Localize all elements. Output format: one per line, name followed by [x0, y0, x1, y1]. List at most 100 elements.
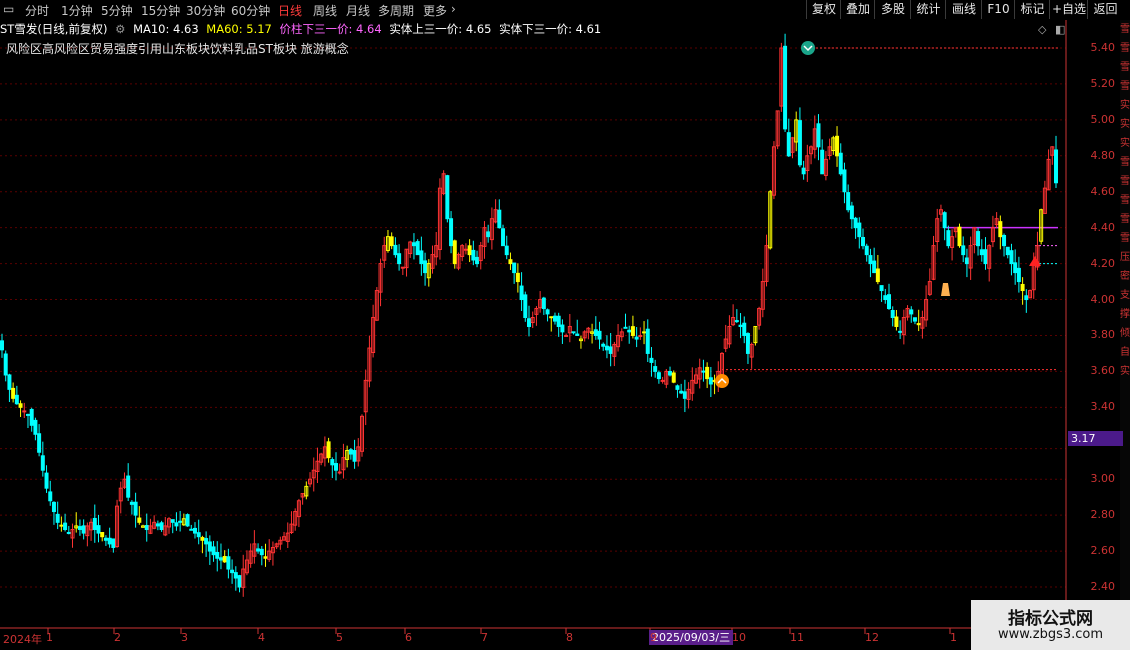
- candle-body: [133, 501, 138, 516]
- candle-body: [497, 209, 502, 229]
- candle-body: [630, 326, 635, 336]
- watermark-title: 指标公式网: [1008, 609, 1093, 629]
- candle-body: [1024, 295, 1029, 301]
- candle-body: [237, 575, 242, 588]
- candle-body: [423, 260, 428, 274]
- current-price-marker: 3.17: [1068, 431, 1123, 446]
- side-glyph: 雪: [1120, 157, 1130, 168]
- timeframe-7[interactable]: 周线: [313, 2, 337, 19]
- candle-body: [556, 315, 561, 327]
- y-tick-label: 4.40: [1090, 220, 1116, 234]
- candle-body: [178, 520, 183, 523]
- side-glyph: 实: [1120, 100, 1130, 111]
- candle-body: [467, 245, 472, 256]
- candle-body: [452, 240, 457, 265]
- toolbar-button-5[interactable]: F10: [981, 0, 1015, 19]
- candle-body: [33, 419, 38, 435]
- right-side-column: 雪雪雪雪实实实雪雪雪雪雪压密支撑倾自实: [1120, 20, 1130, 620]
- candle-body: [3, 353, 8, 376]
- candlestick-chart[interactable]: [0, 0, 1130, 650]
- candle-body: [734, 320, 739, 323]
- candle-body: [820, 149, 825, 175]
- bottom-marker: [715, 374, 729, 388]
- side-glyph: 撑: [1120, 309, 1130, 320]
- candle-body: [638, 334, 643, 337]
- candle-body: [961, 245, 966, 256]
- candle-body: [196, 532, 201, 538]
- candle-body: [1005, 246, 1010, 256]
- timeframe-10[interactable]: 更多: [423, 2, 447, 19]
- candle-body: [14, 394, 19, 405]
- stock-title[interactable]: ST雪发(日线,前复权): [0, 22, 107, 36]
- timeframe-5[interactable]: 60分钟: [231, 2, 270, 19]
- timeframe-2[interactable]: 5分钟: [101, 2, 133, 19]
- candle-body: [1013, 262, 1018, 274]
- y-tick-label: 4.60: [1090, 184, 1116, 198]
- toolbar-button-3[interactable]: 统计: [910, 0, 946, 19]
- candle-body: [486, 231, 491, 238]
- x-tick-label: 11: [790, 631, 804, 644]
- diamond-icon[interactable]: ◇: [1038, 23, 1046, 36]
- candle-body: [745, 333, 750, 354]
- timeframe-0[interactable]: 分时: [25, 2, 49, 19]
- y-tick-label: 3.80: [1090, 328, 1116, 342]
- candle-body: [786, 132, 791, 157]
- x-tick-label: 2: [114, 631, 121, 644]
- candle-body: [816, 123, 821, 148]
- candle-body: [541, 297, 546, 310]
- candle-body: [126, 475, 131, 498]
- y-tick-label: 2.60: [1090, 544, 1116, 558]
- candle-body: [660, 379, 665, 382]
- candle-body: [222, 555, 227, 563]
- candle-body: [189, 528, 194, 531]
- toolbar-button-8[interactable]: 返回: [1087, 0, 1123, 19]
- timeframe-4[interactable]: 30分钟: [186, 2, 225, 19]
- side-glyph: 雪: [1120, 24, 1130, 35]
- timeframe-6[interactable]: 日线: [278, 2, 302, 19]
- indicator-info-line: ST雪发(日线,前复权) ⚙ MA10: 4.63 MA60: 5.17 价柱下…: [0, 21, 605, 37]
- panel-toggle-icon[interactable]: ◧: [1055, 23, 1065, 36]
- chevron-right-icon[interactable]: ›: [451, 2, 456, 16]
- candle-body: [857, 222, 862, 238]
- candle-body: [549, 316, 554, 319]
- candle-body: [979, 249, 984, 256]
- candle-body: [96, 525, 101, 534]
- candle-body: [886, 294, 891, 310]
- toolbar-button-2[interactable]: 多股: [874, 0, 911, 19]
- candle-body: [653, 366, 658, 372]
- x-tick-label: 7: [481, 631, 488, 644]
- side-glyph: 雪: [1120, 81, 1130, 92]
- timeframe-9[interactable]: 多周期: [378, 2, 414, 19]
- candle-body: [801, 167, 806, 175]
- window-icon[interactable]: ▭: [3, 2, 14, 16]
- toolbar-button-6[interactable]: 标记: [1014, 0, 1050, 19]
- candle-body: [471, 249, 476, 261]
- x-tick-label: 3: [181, 631, 188, 644]
- candle-body: [861, 236, 866, 247]
- candle-body: [527, 318, 531, 327]
- candle-body: [170, 519, 175, 523]
- candle-body: [92, 517, 97, 531]
- candle-body: [545, 309, 550, 315]
- candle-body: [642, 331, 647, 334]
- side-glyph: 雪: [1120, 176, 1130, 187]
- side-glyph: 实: [1120, 119, 1130, 130]
- side-glyph: 雪: [1120, 195, 1130, 206]
- toolbar-button-1[interactable]: 叠加: [840, 0, 875, 19]
- toolbar-button-0[interactable]: 复权: [806, 0, 841, 19]
- candle-body: [671, 372, 676, 383]
- toolbar-button-7[interactable]: +自选: [1049, 0, 1088, 19]
- candle-body: [81, 525, 86, 534]
- candle-body: [623, 326, 628, 329]
- candle-body: [868, 255, 873, 265]
- candle-body: [226, 556, 231, 570]
- candle-body: [597, 330, 602, 340]
- toolbar-button-4[interactable]: 画线: [945, 0, 982, 19]
- timeframe-1[interactable]: 1分钟: [61, 2, 93, 19]
- y-tick-label: 5.20: [1090, 76, 1116, 90]
- timeframe-8[interactable]: 月线: [346, 2, 370, 19]
- settings-gear-icon[interactable]: ⚙: [115, 22, 125, 36]
- candle-body: [230, 569, 235, 574]
- candle-body: [656, 372, 661, 380]
- timeframe-3[interactable]: 15分钟: [141, 2, 180, 19]
